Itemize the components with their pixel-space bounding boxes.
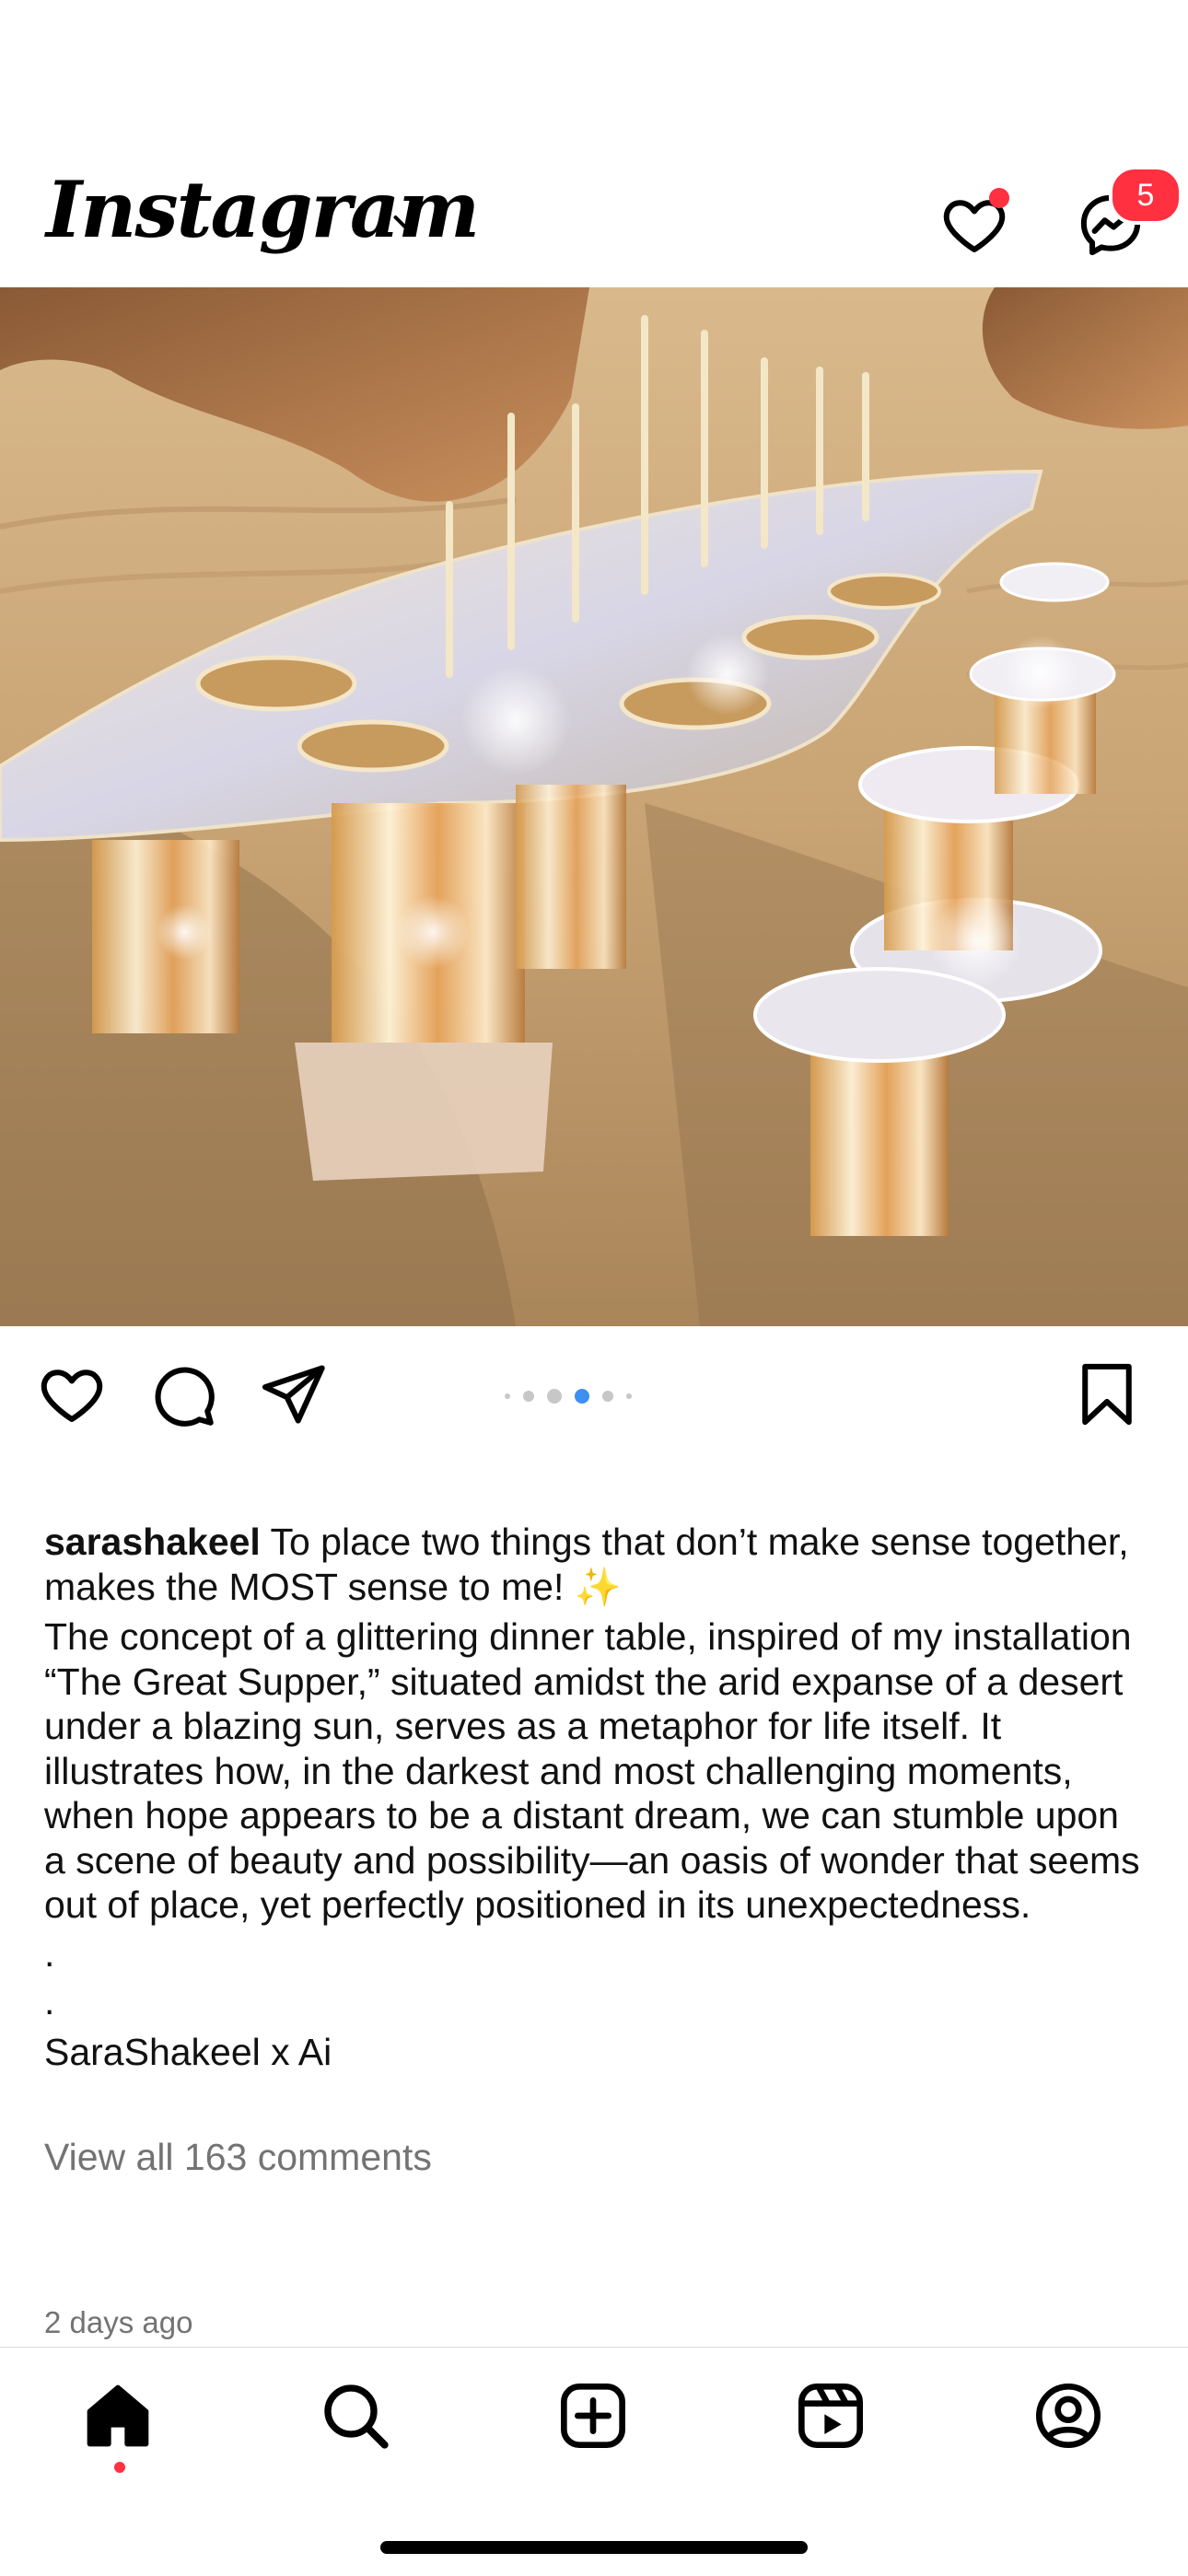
caption-dot: . — [44, 1931, 55, 1975]
carousel-dot — [575, 1389, 589, 1404]
post-image[interactable] — [0, 287, 1188, 1326]
chevron-down-icon[interactable] — [389, 206, 422, 239]
post-caption: sarashakeel To place two things that don… — [44, 1520, 1149, 2074]
reels-icon[interactable] — [794, 2379, 868, 2453]
bottom-tab-bar — [0, 2347, 1188, 2576]
carousel-dot — [523, 1391, 534, 1402]
search-icon[interactable] — [319, 2379, 392, 2453]
carousel-dot — [626, 1393, 632, 1399]
home-active-dot — [114, 2462, 125, 2473]
caption-body: The concept of a glittering dinner table… — [44, 1615, 1140, 1926]
messages-badge: 5 — [1109, 166, 1182, 225]
sparkles-emoji: ✨ — [574, 1565, 622, 1608]
comment-icon[interactable] — [147, 1359, 217, 1429]
post-timestamp: 2 days ago — [44, 2305, 193, 2339]
post-actions — [0, 1326, 1188, 1460]
carousel-dot — [505, 1393, 510, 1399]
home-icon[interactable] — [81, 2379, 155, 2453]
carousel-indicator — [505, 1387, 689, 1405]
top-bar: Instagram 5 — [0, 166, 1188, 287]
caption-dot: . — [44, 1980, 55, 2022]
caption-credit: SaraShakeel x Ai — [44, 2030, 332, 2073]
create-icon[interactable] — [556, 2379, 630, 2453]
carousel-dot — [547, 1389, 562, 1404]
crystal-table-desert-illustration — [0, 287, 1188, 1326]
like-heart-icon[interactable] — [37, 1359, 107, 1429]
home-indicator — [380, 2541, 808, 2554]
notification-dot — [989, 188, 1009, 208]
view-comments-link[interactable]: View all 163 comments — [44, 2135, 432, 2179]
carousel-dot — [602, 1391, 613, 1402]
profile-icon[interactable] — [1031, 2379, 1105, 2453]
username[interactable]: sarashakeel — [44, 1521, 261, 1563]
save-bookmark-icon[interactable] — [1072, 1359, 1142, 1429]
share-send-icon[interactable] — [258, 1359, 328, 1429]
